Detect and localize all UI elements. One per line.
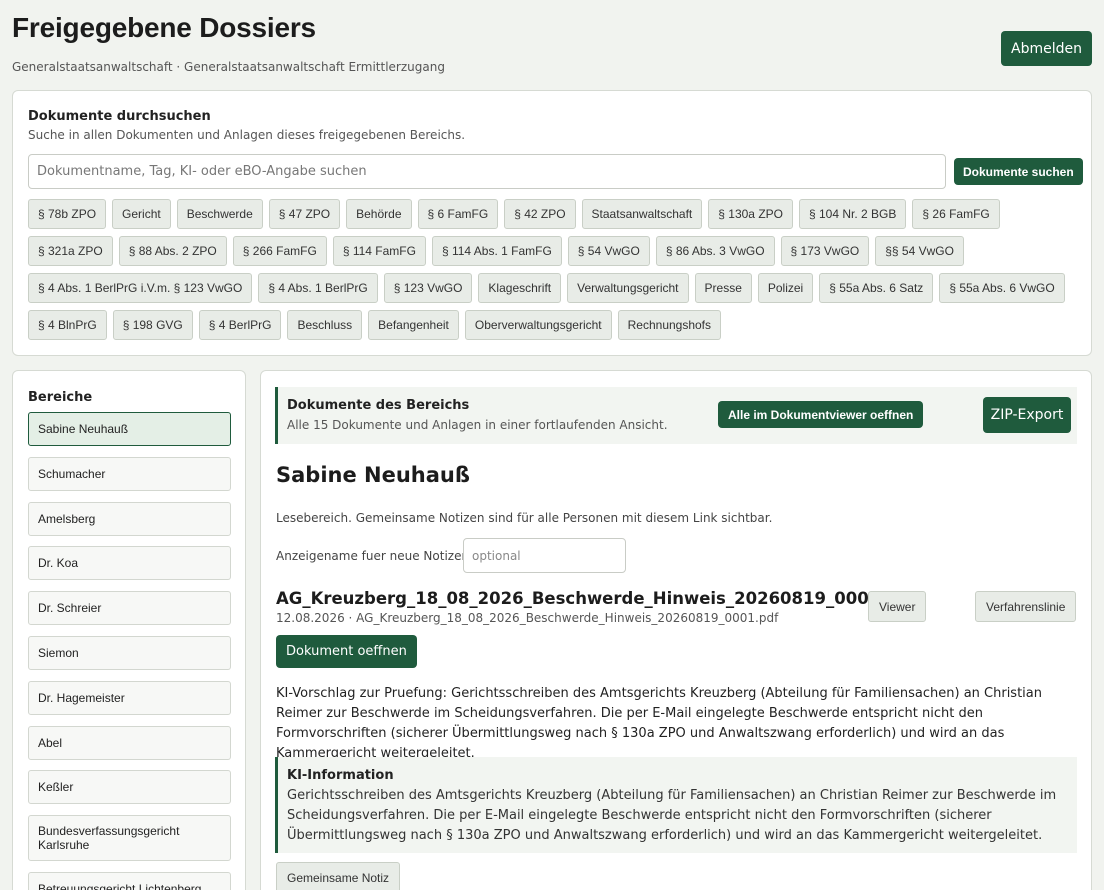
document-meta: 12.08.2026 · AG_Kreuzberg_18_08_2026_Bes… (276, 611, 779, 625)
display-name-input[interactable] (463, 538, 626, 573)
ki-information-box: KI-Information Gerichtsschreiben des Amt… (275, 757, 1077, 853)
tag-filter-button[interactable]: Gericht (112, 199, 171, 229)
tag-filter-button[interactable]: § 4 BlnPrG (28, 310, 107, 340)
sidebar-list: Sabine Neuhauß Schumacher Amelsberg Dr. Koa… (28, 412, 231, 890)
search-button[interactable]: Dokumente suchen (954, 158, 1083, 185)
search-title: Dokumente durchsuchen (28, 109, 211, 124)
sidebar-item[interactable]: Schumacher (28, 456, 231, 491)
page-header: Freigegebene Dossiers Generalstaatsanwal… (12, 10, 1092, 80)
tag-filter-button[interactable]: § 104 Nr. 2 BGB (799, 199, 907, 229)
logout-button[interactable]: Abmelden (1001, 31, 1092, 66)
sidebar-item[interactable]: Dr. Schreier (28, 591, 231, 626)
search-input[interactable] (28, 154, 946, 189)
search-card: Dokumente durchsuchen Suche in allen Dok… (12, 90, 1092, 356)
tag-filter-button[interactable]: Klageschrift (478, 273, 562, 303)
tag-filter-button[interactable]: § 6 FamFG (417, 199, 499, 229)
tag-filter-button[interactable]: Behörde (346, 199, 412, 229)
sidebar-title: Bereiche (28, 390, 93, 405)
sidebar-item[interactable]: Dr. Koa (28, 546, 231, 581)
tag-filter-button[interactable]: § 55a Abs. 6 VwGO (939, 273, 1065, 303)
tag-filter-button[interactable]: Beschluss (287, 310, 363, 340)
tag-filter-button[interactable]: Beschwerde (176, 199, 263, 229)
tag-filter-button[interactable]: § 55a Abs. 6 Satz (819, 273, 934, 303)
page-subtitle: Generalstaatsanwaltschaft · Generalstaat… (12, 60, 445, 74)
tag-filter-button[interactable]: § 47 ZPO (268, 199, 341, 229)
area-note: Lesebereich. Gemeinsame Notizen sind für… (276, 511, 773, 525)
tag-filter-button[interactable]: § 114 Abs. 1 FamFG (431, 236, 562, 266)
tag-filter-button[interactable]: Verwaltungsgericht (567, 273, 689, 303)
shared-note-button[interactable]: Gemeinsame Notiz (276, 862, 401, 890)
ki-information-text: Gerichtsschreiben des Amtsgerichts Kreuz… (287, 788, 1057, 843)
tag-filter-button[interactable]: Rechnungshofs (617, 310, 722, 340)
tag-filter-button[interactable]: § 88 Abs. 2 ZPO (118, 236, 227, 266)
document-title: AG_Kreuzberg_18_08_2026_Beschwerde_Hinwe… (276, 589, 918, 608)
display-name-label: Anzeigename fuer neue Notizen (276, 549, 470, 563)
tag-list: § 78b ZPO Gericht Beschwerde § 47 ZPO Behörd… (28, 199, 1083, 340)
sidebar-item[interactable]: Dr. Hagemeister (28, 680, 231, 715)
tag-filter-button[interactable]: § 266 FamFG (232, 236, 327, 266)
sidebar: Bereiche Sabine Neuhauß Schumacher Amelsbe… (12, 370, 246, 890)
tag-filter-button[interactable]: § 86 Abs. 3 VwGO (655, 236, 775, 266)
tag-filter-button[interactable]: Polizei (757, 273, 814, 303)
sidebar-item[interactable]: Bundesverfassungsgericht Karlsruhe (28, 815, 231, 862)
open-all-in-viewer-button[interactable]: Alle im Dokumentviewer oeffnen (718, 401, 924, 428)
main-panel: Dokumente des Bereichs Alle 15 Dokumente… (260, 370, 1092, 890)
area-heading: Sabine Neuhauß (276, 463, 470, 487)
tag-filter-button[interactable]: § 4 BerlPrG (198, 310, 282, 340)
section-description: Alle 15 Dokumente und Anlagen in einer f… (287, 418, 668, 432)
open-document-button[interactable]: Dokument oeffnen (276, 635, 417, 668)
tag-filter-button[interactable]: § 321a ZPO (28, 236, 113, 266)
sidebar-item[interactable]: Siemon (28, 635, 231, 670)
tag-filter-button[interactable]: § 173 VwGO (780, 236, 870, 266)
tag-filter-button[interactable]: § 4 Abs. 1 BerlPrG (258, 273, 378, 303)
tag-filter-button[interactable]: § 42 ZPO (504, 199, 576, 229)
tag-filter-button[interactable]: § 54 VwGO (567, 236, 650, 266)
page-title: Freigegebene Dossiers (12, 12, 316, 43)
tag-filter-button[interactable]: § 123 VwGO (383, 273, 473, 303)
tag-filter-button[interactable]: §§ 54 VwGO (875, 236, 964, 266)
sidebar-item[interactable]: Abel (28, 725, 231, 760)
tag-filter-button[interactable]: § 198 GVG (112, 310, 193, 340)
zip-export-button[interactable]: ZIP-Export (983, 397, 1071, 433)
timeline-button[interactable]: Verfahrenslinie (975, 591, 1077, 622)
tag-filter-button[interactable]: Staatsanwaltschaft (581, 199, 703, 229)
tag-filter-button[interactable]: § 78b ZPO (28, 199, 107, 229)
tag-filter-button[interactable]: § 26 FamFG (912, 199, 1000, 229)
sidebar-item[interactable]: Sabine Neuhauß (28, 412, 231, 446)
tag-filter-button[interactable]: Befangenheit (368, 310, 459, 340)
sidebar-item[interactable]: Betreuungsgericht Lichtenberg (28, 871, 231, 890)
sidebar-item[interactable]: Keßler (28, 770, 231, 805)
tag-filter-button[interactable]: § 4 Abs. 1 BerlPrG i.V.m. § 123 VwGO (28, 273, 253, 303)
tag-filter-button[interactable]: Oberverwaltungsgericht (464, 310, 612, 340)
sidebar-item[interactable]: Amelsberg (28, 501, 231, 536)
section-title: Dokumente des Bereichs (287, 398, 470, 413)
search-description: Suche in allen Dokumenten und Anlagen di… (28, 128, 466, 142)
ki-information-title: KI-Information (287, 768, 394, 783)
viewer-button[interactable]: Viewer (868, 591, 927, 622)
tag-filter-button[interactable]: § 114 FamFG (332, 236, 426, 266)
tag-filter-button[interactable]: Presse (694, 273, 752, 303)
tag-filter-button[interactable]: § 130a ZPO (708, 199, 793, 229)
ki-suggestion-text: KI-Vorschlag zur Pruefung: Gerichtsschre… (276, 686, 1042, 761)
section-bar: Dokumente des Bereichs Alle 15 Dokumente… (275, 387, 1077, 444)
